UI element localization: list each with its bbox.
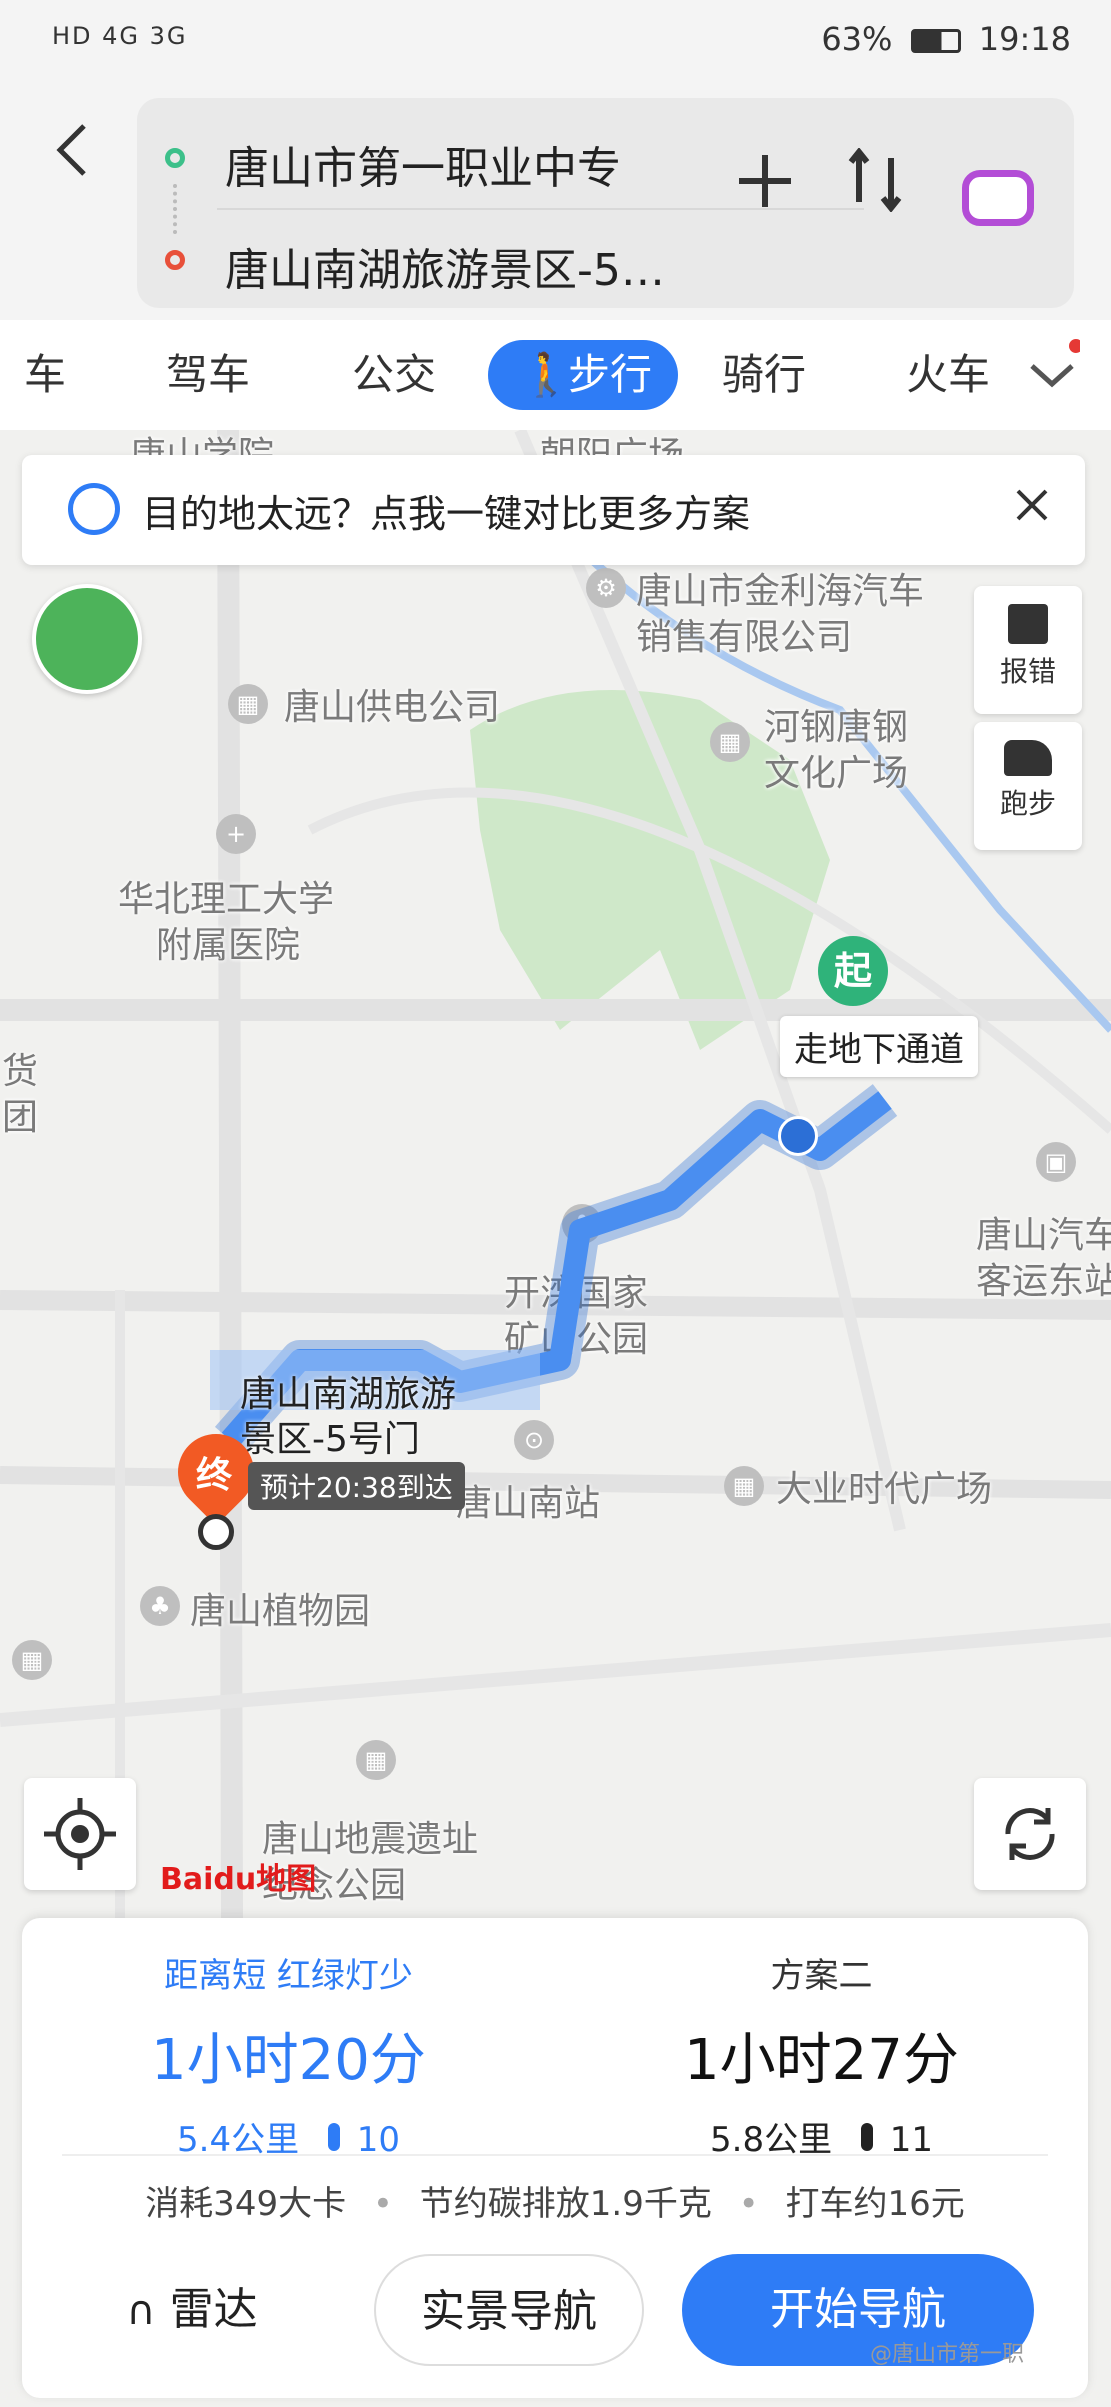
- start-marker[interactable]: 起: [818, 936, 888, 1006]
- route-header: 唐山市第一职业中专 唐山南湖旅游景区-5…: [0, 80, 1111, 320]
- plan-1[interactable]: 距离短 红绿灯少 1小时20分 5.4公里 10: [22, 1918, 555, 2160]
- taxi-price: 打车约16元: [785, 2184, 965, 2224]
- route-plans-panel: 距离短 红绿灯少 1小时20分 5.4公里 10 方案二 1小时27分 5.8公…: [22, 1918, 1088, 2398]
- stopwatch-icon: [68, 483, 120, 535]
- radar-label: 雷达: [169, 2284, 258, 2335]
- battery-level: 63%: [821, 20, 893, 58]
- walk-icon: 🚶: [520, 350, 573, 399]
- report-label: 报错: [999, 655, 1056, 688]
- eta-badge: 预计20:38到达: [248, 1462, 465, 1510]
- signal-indicators: HD 4G 3G: [52, 22, 188, 50]
- map-view[interactable]: 朝阳广场 唐山学院 ⚙ 唐山市金利海汽车 销售有限公司 ▦ 唐山供电公司 ▦ 河…: [0, 430, 1111, 1920]
- back-icon[interactable]: [52, 120, 102, 190]
- end-point-icon: [198, 1514, 234, 1550]
- locate-button[interactable]: [24, 1778, 136, 1890]
- tab-walk-label: 步行: [568, 350, 653, 399]
- end-name-2: 景区-5号门: [240, 1419, 420, 1460]
- route-dots-icon: [173, 184, 177, 234]
- status-right: 63% 19:18: [821, 20, 1071, 58]
- run-label: 跑步: [999, 787, 1056, 820]
- tab-bike[interactable]: 骑行: [722, 340, 806, 410]
- underpass-icon: [778, 1116, 818, 1156]
- tab-train[interactable]: 火车: [906, 340, 990, 410]
- refresh-icon: [1005, 1808, 1055, 1860]
- tab-drive[interactable]: 驾车: [166, 340, 250, 410]
- origin-field[interactable]: 唐山市第一职业中专: [225, 132, 621, 196]
- swap-icon[interactable]: [847, 147, 903, 228]
- route-info: 消耗349大卡 • 节约碳排放1.9千克 • 打车约16元: [145, 2184, 965, 2224]
- ar-navigation-button[interactable]: 实景导航: [374, 2254, 644, 2366]
- tab-car[interactable]: 车: [24, 340, 66, 410]
- plan-time: 1小时27分: [684, 2028, 959, 2093]
- plan-tag: 距离短 红绿灯少: [164, 1956, 413, 1996]
- traffic-light-icon: [327, 2123, 340, 2151]
- refresh-button[interactable]: [974, 1778, 1086, 1890]
- start-marker-label: 起: [833, 949, 872, 993]
- banner-text: 目的地太远？点我一键对比更多方案: [142, 492, 751, 536]
- voice-assistant-icon[interactable]: [962, 170, 1034, 226]
- close-icon[interactable]: [1012, 485, 1052, 529]
- destination-field[interactable]: 唐山南湖旅游景区-5…: [225, 234, 665, 298]
- shoe-icon: [1004, 740, 1052, 776]
- run-button[interactable]: 跑步: [974, 722, 1082, 850]
- eco-leaf-icon[interactable]: [32, 584, 142, 694]
- status-bar: HD 4G 3G 63% 19:18: [0, 0, 1111, 80]
- plan-time: 1小时20分: [151, 2028, 426, 2093]
- plan-2[interactable]: 方案二 1小时27分 5.8公里 11: [555, 1918, 1088, 2160]
- watermark: @唐山市第一职: [870, 2342, 1025, 2367]
- tab-walk[interactable]: 🚶 步行: [488, 340, 679, 410]
- walking-route: [210, 1084, 898, 1454]
- calories: 消耗349大卡: [145, 2184, 347, 2224]
- origin-dot-icon: [165, 148, 185, 168]
- destination-dot-icon: [165, 250, 185, 270]
- radar-icon: ∩: [126, 2288, 156, 2334]
- tabs-expand-icon[interactable]: [1020, 320, 1111, 430]
- compare-banner[interactable]: 目的地太远？点我一键对比更多方案: [22, 455, 1085, 565]
- tab-bus[interactable]: 公交: [352, 340, 436, 410]
- route-inputs: 唐山市第一职业中专 唐山南湖旅游景区-5…: [137, 98, 1074, 308]
- plus-icon[interactable]: [735, 150, 795, 227]
- traffic-light-icon: [860, 2123, 873, 2151]
- locate-icon: [44, 1798, 116, 1870]
- report-button[interactable]: 报错: [974, 586, 1082, 714]
- radar-button[interactable]: ∩ 雷达: [92, 2254, 292, 2366]
- divider: [62, 2154, 1048, 2156]
- carbon-saved: 节约碳排放1.9千克: [419, 2184, 712, 2224]
- clock: 19:18: [978, 20, 1071, 58]
- edit-icon: [1008, 604, 1048, 644]
- plan-tag: 方案二: [770, 1956, 873, 1996]
- end-marker-label: 终: [196, 1455, 233, 1496]
- battery-icon: [910, 29, 961, 53]
- start-tip: 走地下通道: [780, 1016, 978, 1077]
- transport-tabs: 车 驾车 公交 🚶 步行 骑行 火车: [0, 320, 1111, 430]
- baidu-logo: Baidu地图: [160, 1862, 317, 1897]
